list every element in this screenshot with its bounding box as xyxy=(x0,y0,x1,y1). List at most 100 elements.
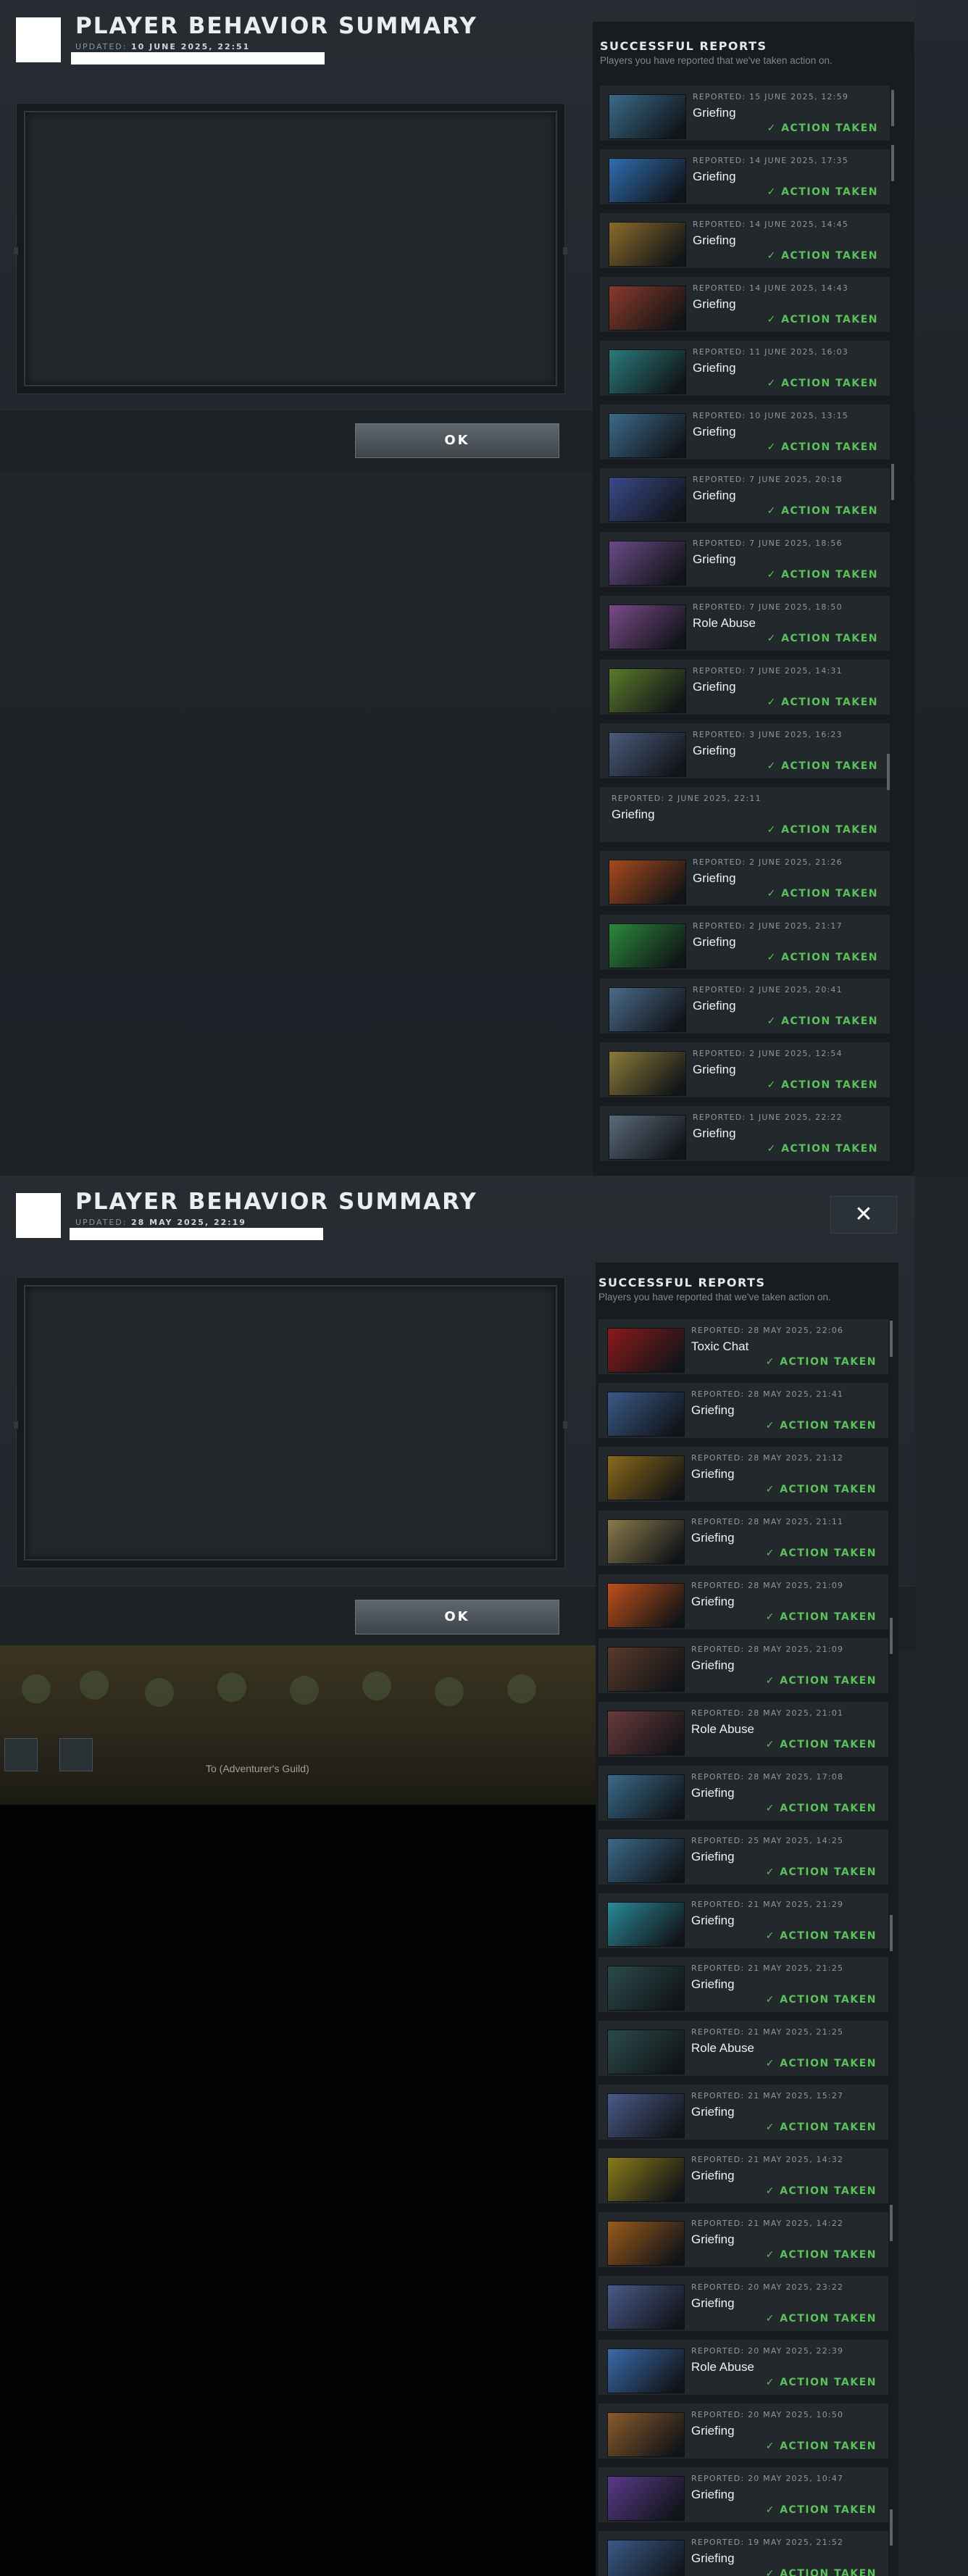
status-label: ACTION TAKEN xyxy=(780,1484,877,1495)
hero-portrait xyxy=(609,413,686,458)
report-row[interactable]: REPORTED: 3 JUNE 2025, 16:23 Griefing ✓ AC… xyxy=(600,723,890,783)
report-reason: Griefing xyxy=(693,552,736,566)
summary-panel-inner xyxy=(24,1285,557,1561)
scrollbar-thumb[interactable] xyxy=(890,2205,893,2241)
scrollbar-thumb[interactable] xyxy=(890,1618,893,1654)
report-row[interactable]: REPORTED: 28 MAY 2025, 21:12 Griefing ✓ AC… xyxy=(598,1447,888,1506)
report-row[interactable]: REPORTED: 28 MAY 2025, 22:06 Toxic Chat ✓ … xyxy=(598,1319,888,1379)
report-row[interactable]: REPORTED: 28 MAY 2025, 21:09 Griefing ✓ AC… xyxy=(598,1638,888,1698)
report-row[interactable]: REPORTED: 14 JUNE 2025, 14:45 Griefing ✓ A… xyxy=(600,213,890,273)
hero-portrait xyxy=(609,923,686,968)
report-reason: Griefing xyxy=(691,1977,735,1991)
action-taken-status: ✓ ACTION TAKEN xyxy=(766,2568,877,2576)
report-date: REPORTED: 2 JUNE 2025, 22:11 xyxy=(612,794,762,803)
reports-title: SUCCESSFUL REPORTS xyxy=(600,39,767,53)
report-row[interactable]: REPORTED: 14 JUNE 2025, 17:35 Griefing ✓ A… xyxy=(600,149,890,209)
report-row[interactable]: REPORTED: 11 JUNE 2025, 16:03 Griefing ✓ A… xyxy=(600,341,890,400)
report-row[interactable]: REPORTED: 2 JUNE 2025, 20:41 Griefing ✓ AC… xyxy=(600,979,890,1038)
checkmark-icon: ✓ xyxy=(767,760,782,772)
report-reason: Griefing xyxy=(693,744,736,757)
report-row[interactable]: REPORTED: 28 MAY 2025, 21:41 Griefing ✓ AC… xyxy=(598,1383,888,1442)
ok-button[interactable]: OK xyxy=(355,423,559,458)
report-row[interactable]: REPORTED: 28 MAY 2025, 21:09 Griefing ✓ AC… xyxy=(598,1574,888,1634)
report-reason: Griefing xyxy=(693,425,736,439)
scrollbar-thumb[interactable] xyxy=(890,1915,893,1951)
report-reason: Toxic Chat xyxy=(691,1339,749,1353)
action-taken-status: ✓ ACTION TAKEN xyxy=(767,250,878,262)
status-label: ACTION TAKEN xyxy=(780,2568,877,2576)
redacted-name-bar xyxy=(71,52,325,65)
report-row[interactable]: REPORTED: 15 JUNE 2025, 12:59 Griefing ✓ A… xyxy=(600,86,890,145)
report-reason: Griefing xyxy=(693,170,736,183)
report-row[interactable]: REPORTED: 28 MAY 2025, 17:08 Griefing ✓ AC… xyxy=(598,1766,888,1825)
background-hero-token xyxy=(217,1673,246,1702)
reports-list[interactable]: REPORTED: 15 JUNE 2025, 12:59 Griefing ✓ A… xyxy=(600,86,897,1173)
hero-portrait xyxy=(607,2157,685,2202)
scrollbar-thumb[interactable] xyxy=(891,464,894,500)
status-label: ACTION TAKEN xyxy=(780,2122,877,2133)
report-row[interactable]: REPORTED: 10 JUNE 2025, 13:15 Griefing ✓ A… xyxy=(600,404,890,464)
action-taken-status: ✓ ACTION TAKEN xyxy=(767,760,878,772)
reports-list[interactable]: REPORTED: 28 MAY 2025, 22:06 Toxic Chat ✓ … xyxy=(598,1319,896,2576)
report-row[interactable]: REPORTED: 7 JUNE 2025, 18:50 Role Abuse ✓ … xyxy=(600,596,890,655)
status-label: ACTION TAKEN xyxy=(781,633,878,644)
report-row[interactable]: REPORTED: 2 JUNE 2025, 21:26 Griefing ✓ AC… xyxy=(600,851,890,910)
status-label: ACTION TAKEN xyxy=(781,1143,878,1155)
checkmark-icon: ✓ xyxy=(765,2377,780,2388)
close-icon: ✕ xyxy=(854,1202,873,1226)
report-row[interactable]: REPORTED: 21 MAY 2025, 15:27 Griefing ✓ AC… xyxy=(598,2085,888,2144)
close-button[interactable]: ✕ xyxy=(830,1196,897,1234)
report-row[interactable]: REPORTED: 20 MAY 2025, 22:39 Role Abuse ✓ … xyxy=(598,2340,888,2399)
ok-button[interactable]: OK xyxy=(355,1600,559,1634)
checkmark-icon: ✓ xyxy=(767,505,782,517)
scrollbar-thumb[interactable] xyxy=(891,145,894,181)
hero-portrait xyxy=(607,1392,685,1437)
scrollbar-thumb[interactable] xyxy=(887,754,890,790)
action-taken-status: ✓ ACTION TAKEN xyxy=(767,1079,878,1091)
report-reason: Griefing xyxy=(691,2169,735,2182)
action-taken-status: ✓ ACTION TAKEN xyxy=(766,1739,877,1750)
scrollbar-thumb[interactable] xyxy=(890,1321,893,1357)
report-row[interactable]: REPORTED: 21 MAY 2025, 14:22 Griefing ✓ AC… xyxy=(598,2212,888,2272)
report-row[interactable]: REPORTED: 7 JUNE 2025, 20:18 Griefing ✓ AC… xyxy=(600,468,890,528)
report-row[interactable]: REPORTED: 28 MAY 2025, 21:01 Role Abuse ✓ … xyxy=(598,1702,888,1761)
status-label: ACTION TAKEN xyxy=(780,1547,877,1559)
screenshot-1: PLAYER BEHAVIOR SUMMARY UPDATED: 10 JUNE… xyxy=(0,0,968,1176)
hero-portrait xyxy=(609,477,686,522)
report-row[interactable]: REPORTED: 20 MAY 2025, 23:22 Griefing ✓ AC… xyxy=(598,2276,888,2335)
report-row[interactable]: REPORTED: 14 JUNE 2025, 14:43 Griefing ✓ A… xyxy=(600,277,890,336)
checkmark-icon: ✓ xyxy=(765,2249,780,2261)
guild-icon[interactable] xyxy=(4,1738,38,1771)
report-row[interactable]: REPORTED: 21 MAY 2025, 21:25 Griefing ✓ AC… xyxy=(598,1957,888,2016)
report-row[interactable]: REPORTED: 21 MAY 2025, 21:29 Griefing ✓ AC… xyxy=(598,1893,888,1953)
scrollbar-thumb[interactable] xyxy=(891,90,894,126)
hero-portrait xyxy=(607,1583,685,1628)
report-row[interactable]: REPORTED: 20 MAY 2025, 10:50 Griefing ✓ AC… xyxy=(598,2403,888,2463)
avatar xyxy=(16,1193,61,1238)
action-taken-status: ✓ ACTION TAKEN xyxy=(766,2122,877,2133)
castle-icon[interactable] xyxy=(59,1738,93,1771)
report-row[interactable]: REPORTED: 2 JUNE 2025, 12:54 Griefing ✓ AC… xyxy=(600,1042,890,1102)
report-row[interactable]: REPORTED: 7 JUNE 2025, 18:56 Griefing ✓ AC… xyxy=(600,532,890,591)
report-row[interactable]: REPORTED: 25 MAY 2025, 14:25 Griefing ✓ AC… xyxy=(598,1829,888,1889)
scrollbar-thumb[interactable] xyxy=(890,2509,893,2546)
report-date: REPORTED: 7 JUNE 2025, 14:31 xyxy=(693,666,843,676)
report-row[interactable]: REPORTED: 2 JUNE 2025, 21:17 Griefing ✓ AC… xyxy=(600,915,890,974)
report-row[interactable]: REPORTED: 19 MAY 2025, 21:52 Griefing ✓ AC… xyxy=(598,2531,888,2576)
report-row[interactable]: REPORTED: 28 MAY 2025, 21:11 Griefing ✓ AC… xyxy=(598,1511,888,1570)
report-date: REPORTED: 28 MAY 2025, 21:41 xyxy=(691,1389,844,1399)
report-date: REPORTED: 3 JUNE 2025, 16:23 xyxy=(693,730,843,739)
hero-portrait xyxy=(607,2540,685,2576)
report-row[interactable]: REPORTED: 21 MAY 2025, 21:25 Role Abuse ✓ … xyxy=(598,2021,888,2080)
reports-subtitle: Players you have reported that we've tak… xyxy=(598,1292,831,1302)
action-taken-status: ✓ ACTION TAKEN xyxy=(767,314,878,325)
report-row[interactable]: REPORTED: 20 MAY 2025, 10:47 Griefing ✓ AC… xyxy=(598,2467,888,2527)
report-row[interactable]: REPORTED: 7 JUNE 2025, 14:31 Griefing ✓ AC… xyxy=(600,660,890,719)
background-hero-token xyxy=(145,1678,174,1707)
background-hero-token xyxy=(435,1677,464,1706)
status-label: ACTION TAKEN xyxy=(781,122,878,134)
report-row[interactable]: REPORTED: 21 MAY 2025, 14:32 Griefing ✓ AC… xyxy=(598,2148,888,2208)
report-row[interactable]: REPORTED: 1 JUNE 2025, 22:22 Griefing ✓ AC… xyxy=(600,1106,890,1166)
report-row[interactable]: REPORTED: 2 JUNE 2025, 22:11 Griefing ✓ AC… xyxy=(600,787,890,847)
checkmark-icon: ✓ xyxy=(767,250,782,262)
